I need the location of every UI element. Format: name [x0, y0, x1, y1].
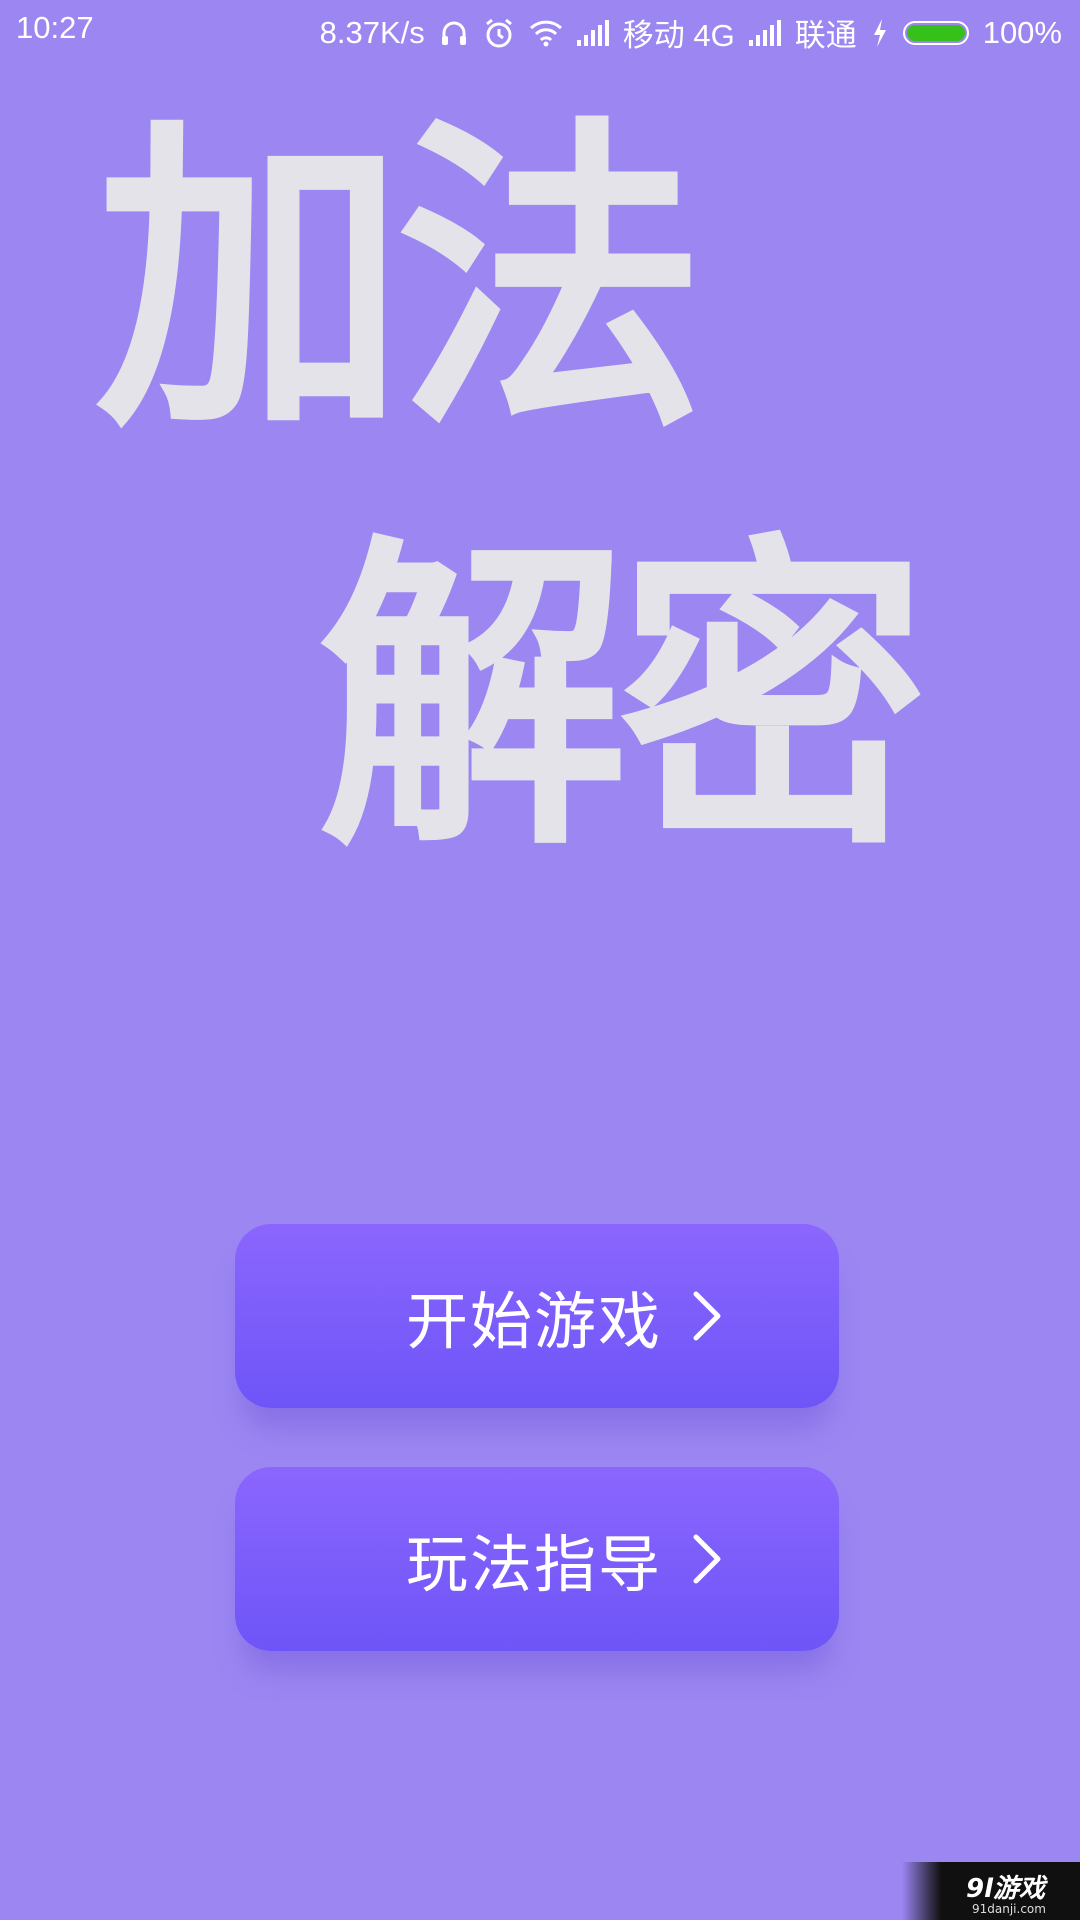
game-guide-label: 玩法指导	[405, 1528, 662, 1601]
status-indicators: 8.37K/s 移动 4G 联通 100%	[320, 10, 1062, 55]
status-time: 10:27	[16, 10, 94, 45]
start-game-button[interactable]: 开始游戏	[235, 1224, 839, 1408]
game-guide-button[interactable]: 玩法指导	[235, 1467, 839, 1651]
carrier-2-label: 联通	[794, 18, 857, 53]
site-watermark: 9l游戏 91danji.com	[902, 1862, 1080, 1920]
headset-icon	[441, 21, 466, 45]
charging-icon	[873, 18, 886, 47]
start-game-label: 开始游戏	[405, 1285, 662, 1358]
game-guide-button-content: 玩法指导	[406, 1514, 728, 1604]
game-title-line-2: 解密	[318, 510, 928, 890]
carrier-1-label: 移动 4G	[622, 18, 735, 53]
chevron-right-icon	[693, 1534, 721, 1584]
watermark-url: 91danji.com	[972, 1902, 1046, 1916]
watermark-logo-text: 9l游戏	[966, 1874, 1046, 1904]
battery-icon	[902, 20, 969, 45]
game-screen: 10:27 8.37K/s 移动 4G 联通 100% 加法 解密 开始游戏 玩…	[0, 0, 1080, 1920]
game-title-line-1: 加法	[95, 92, 705, 472]
battery-percent: 100%	[982, 14, 1062, 50]
signal-icon	[748, 19, 781, 46]
alarm-icon	[485, 18, 512, 47]
chevron-right-icon	[693, 1291, 721, 1341]
start-game-button-content: 开始游戏	[406, 1271, 728, 1361]
signal-icon	[576, 19, 609, 46]
status-bar: 10:27 8.37K/s 移动 4G 联通 100%	[0, 0, 1080, 60]
wifi-icon	[529, 20, 562, 46]
battery-level-fill	[906, 24, 965, 41]
network-speed: 8.37K/s	[319, 14, 425, 50]
